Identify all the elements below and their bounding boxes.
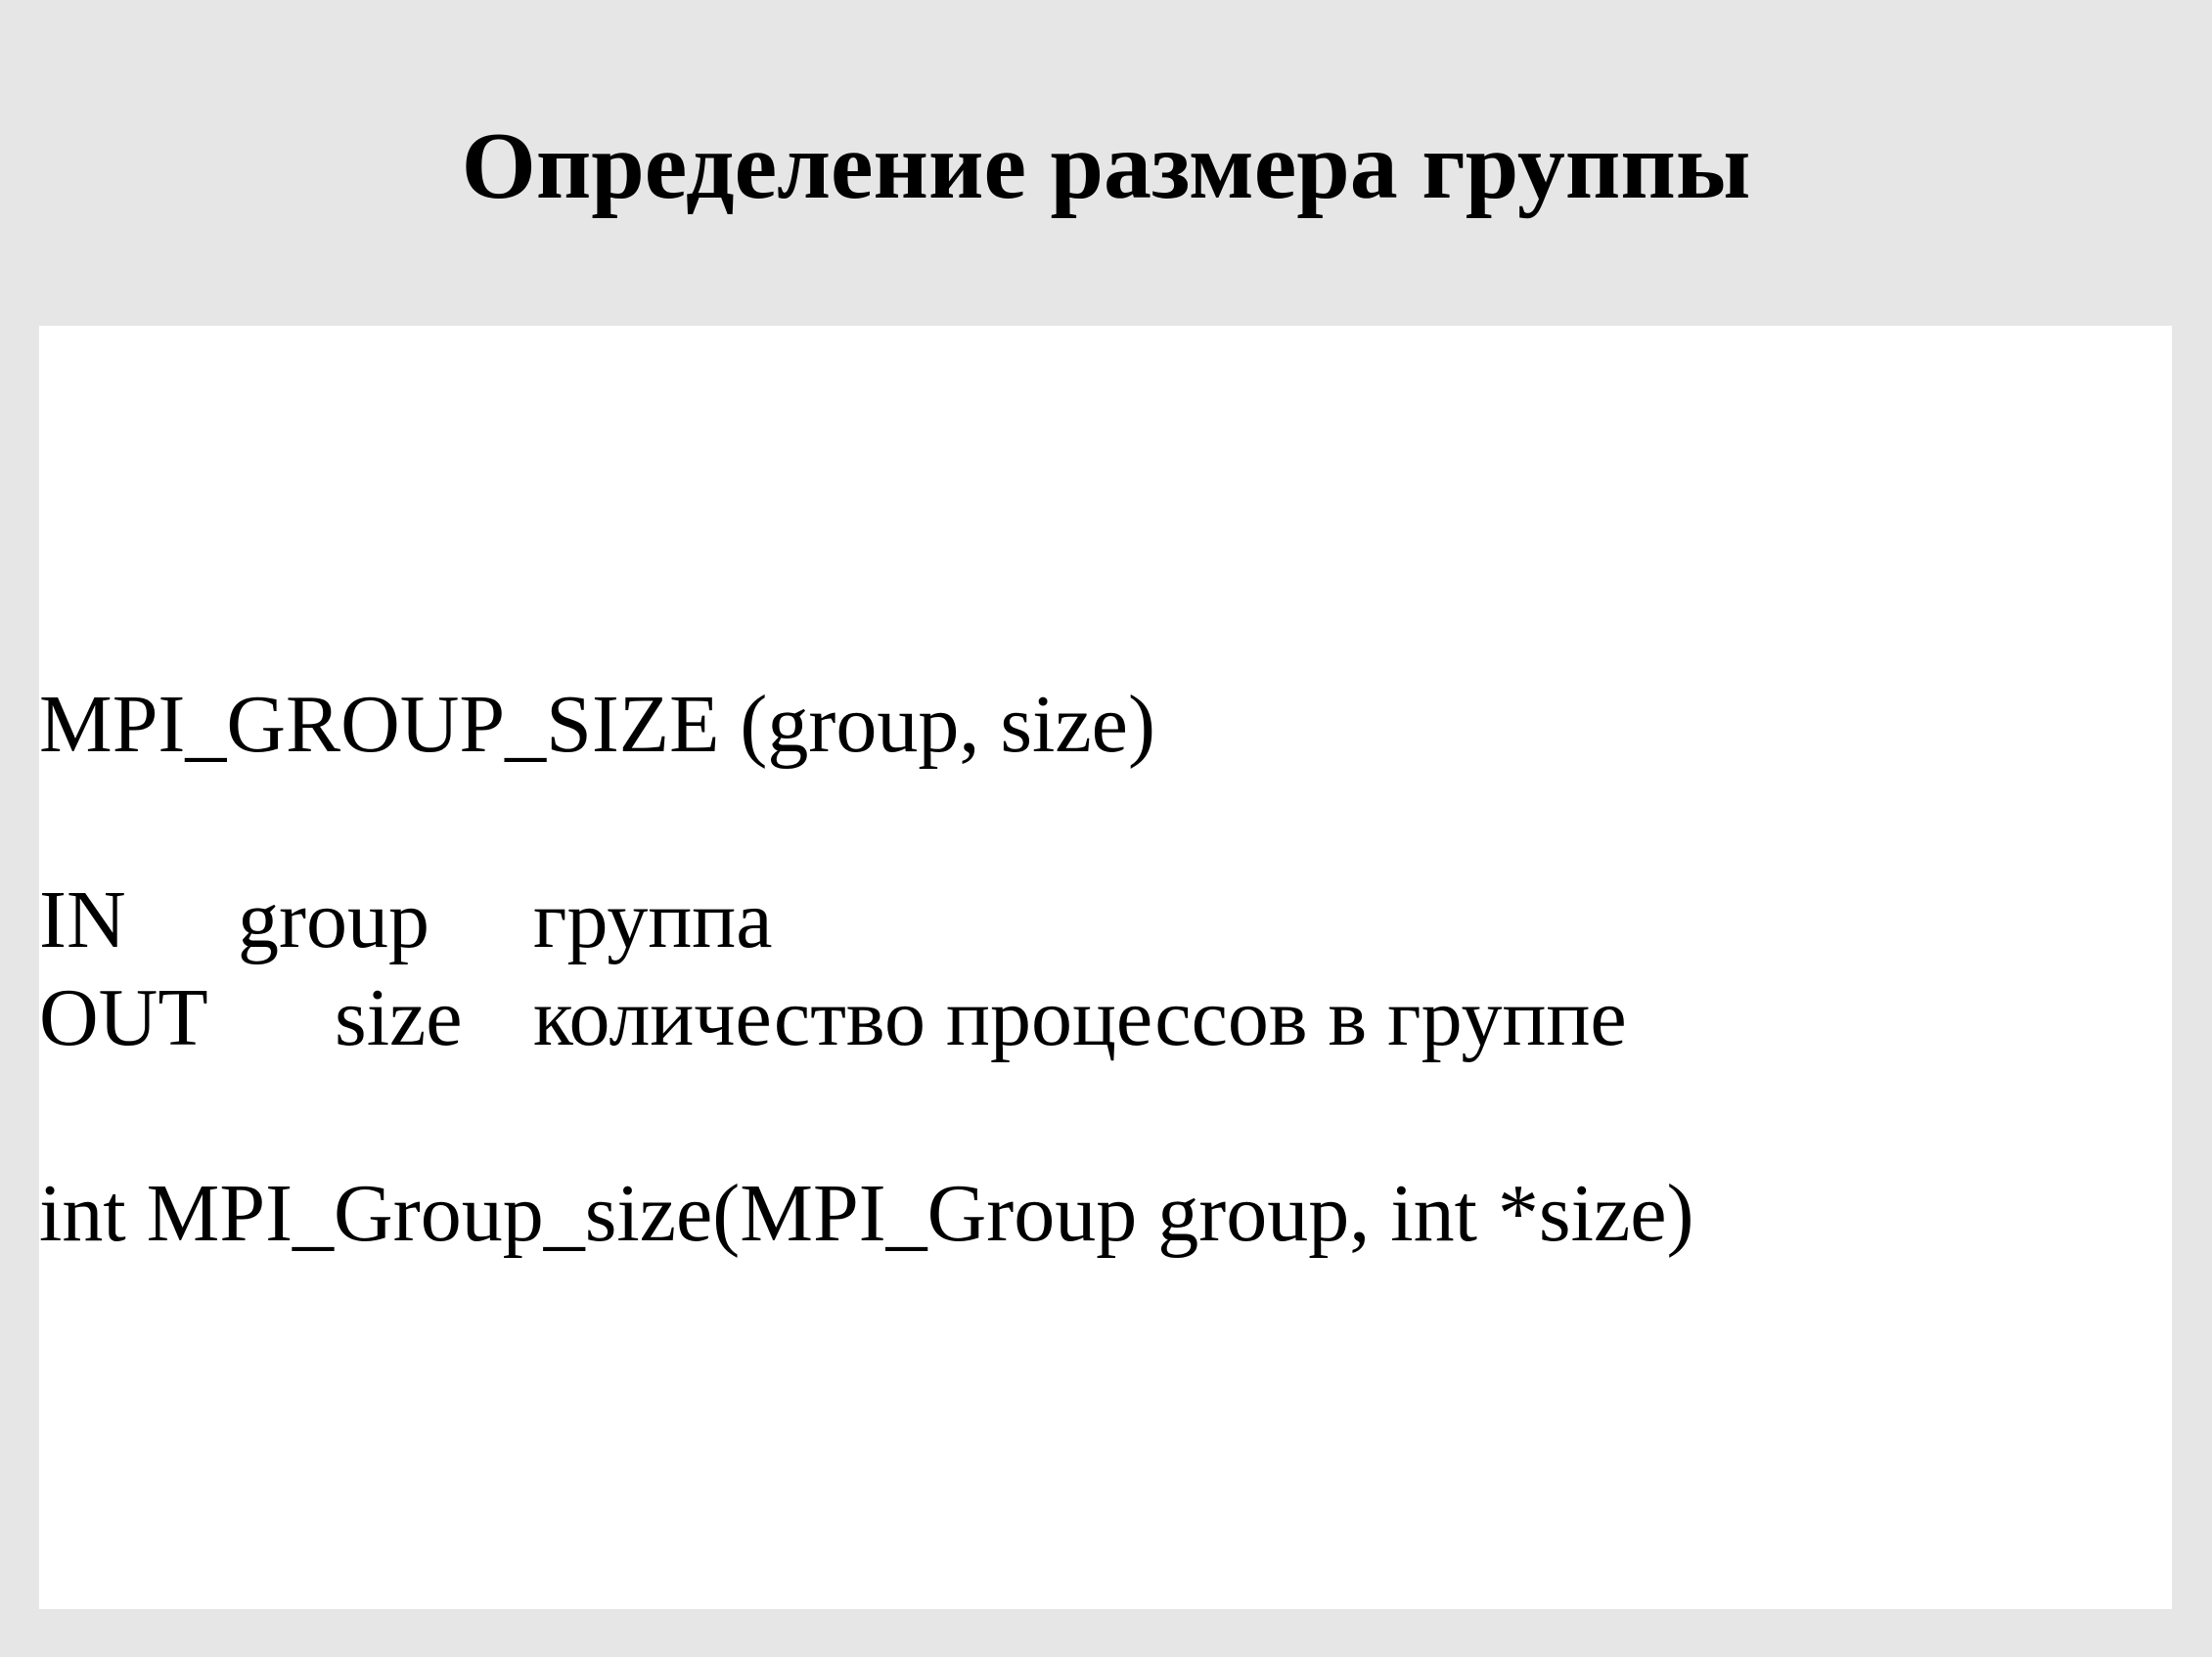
param-direction: IN xyxy=(39,874,126,965)
slide: Определение размера группы MPI_GROUP_SIZ… xyxy=(0,0,2212,1657)
function-signature: MPI_GROUP_SIZE (group, size) xyxy=(39,679,1155,770)
param-name: group xyxy=(238,874,429,965)
content-box: MPI_GROUP_SIZE (group, size) IN group гр… xyxy=(39,326,2172,1609)
param-description: группа xyxy=(533,874,773,965)
slide-title: Определение размера группы xyxy=(461,113,1751,219)
c-declaration: int MPI_Group_size(MPI_Group group, int … xyxy=(39,1168,1694,1259)
param-direction: OUT xyxy=(39,972,208,1063)
param-description: количество процессов в группе xyxy=(533,972,1627,1063)
param-name: size xyxy=(335,972,463,1063)
